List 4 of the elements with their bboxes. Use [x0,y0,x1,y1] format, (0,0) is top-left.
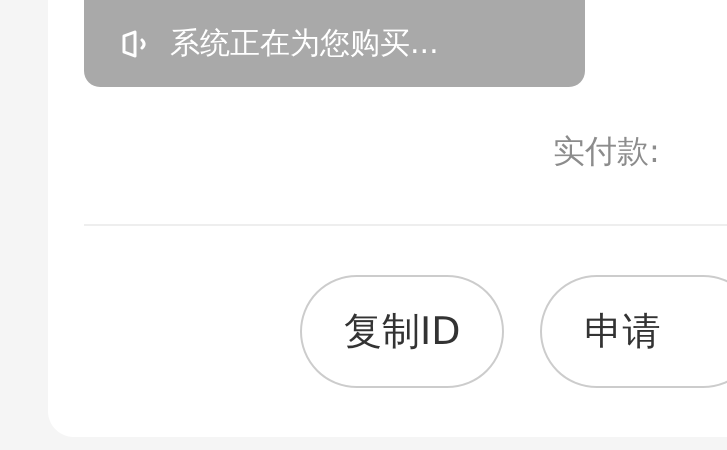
apply-button[interactable]: 申请 [540,275,727,388]
payment-label: 实付款: [553,130,660,172]
toast-text: 系统正在为您购买... [170,25,439,63]
copy-id-button[interactable]: 复制ID [300,275,504,388]
